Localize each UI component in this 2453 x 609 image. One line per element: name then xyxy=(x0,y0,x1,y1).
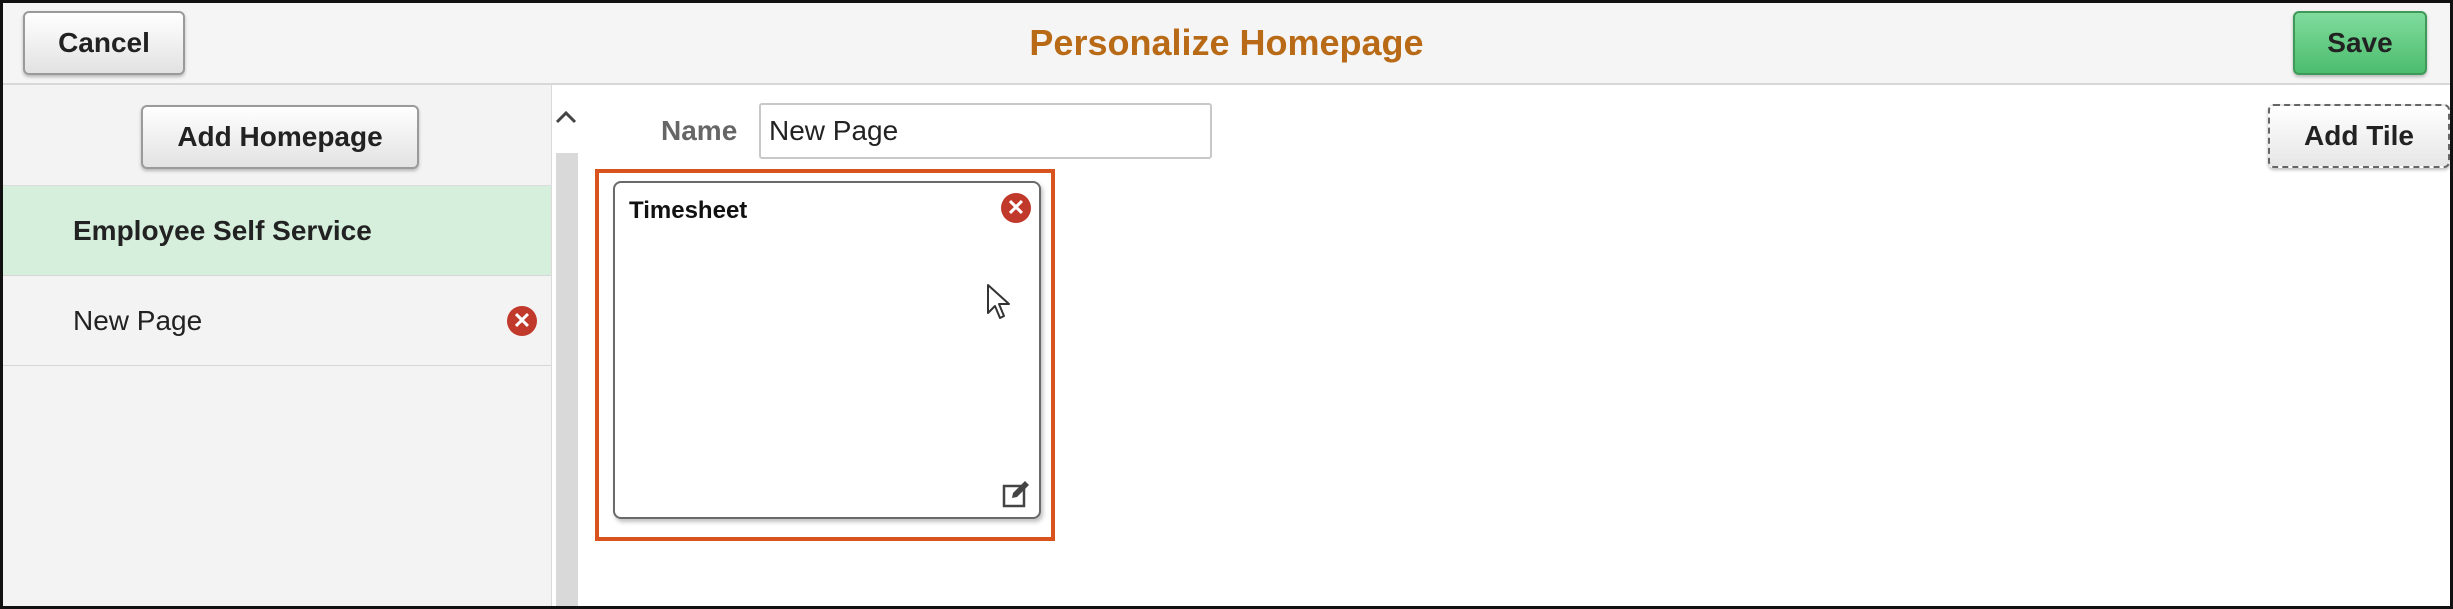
remove-icon[interactable]: ✕ xyxy=(1001,193,1031,223)
name-input[interactable] xyxy=(759,103,1212,159)
sidebar-item-employee-self-service[interactable]: Employee Self Service xyxy=(3,186,551,276)
chevron-up-icon[interactable] xyxy=(552,103,580,131)
edit-icon[interactable] xyxy=(1001,479,1031,509)
tile-title: Timesheet xyxy=(629,197,748,224)
homepage-editor: Name Add Tile Timesheet ✕ xyxy=(581,85,2450,606)
save-button[interactable]: Save xyxy=(2293,11,2427,75)
tile-highlight: Timesheet ✕ xyxy=(595,169,1055,541)
page-title: Personalize Homepage xyxy=(1029,22,1424,63)
header-bar: Personalize Homepage Cancel Save xyxy=(3,3,2450,85)
add-tile-button[interactable]: Add Tile xyxy=(2268,104,2450,168)
name-label: Name xyxy=(661,115,738,146)
add-homepage-button[interactable]: Add Homepage xyxy=(141,105,419,169)
sidebar-item-label: New Page xyxy=(73,304,203,336)
personalize-homepage-window: Personalize Homepage Cancel Save Add Hom… xyxy=(0,0,2453,609)
sidebar-item-new-page[interactable]: New Page ✕ xyxy=(3,276,551,366)
sidebar-item-label: Employee Self Service xyxy=(73,214,372,246)
homepage-list-sidebar: Add Homepage Employee Self Service New P… xyxy=(3,85,552,606)
scrollbar[interactable] xyxy=(552,85,580,606)
cancel-button[interactable]: Cancel xyxy=(23,11,185,75)
remove-icon[interactable]: ✕ xyxy=(507,306,537,336)
scrollbar-track[interactable] xyxy=(556,153,578,606)
tile-timesheet[interactable]: Timesheet ✕ xyxy=(613,181,1041,519)
mouse-pointer-icon xyxy=(987,284,1010,319)
sidebar-toolbar: Add Homepage xyxy=(3,85,551,186)
